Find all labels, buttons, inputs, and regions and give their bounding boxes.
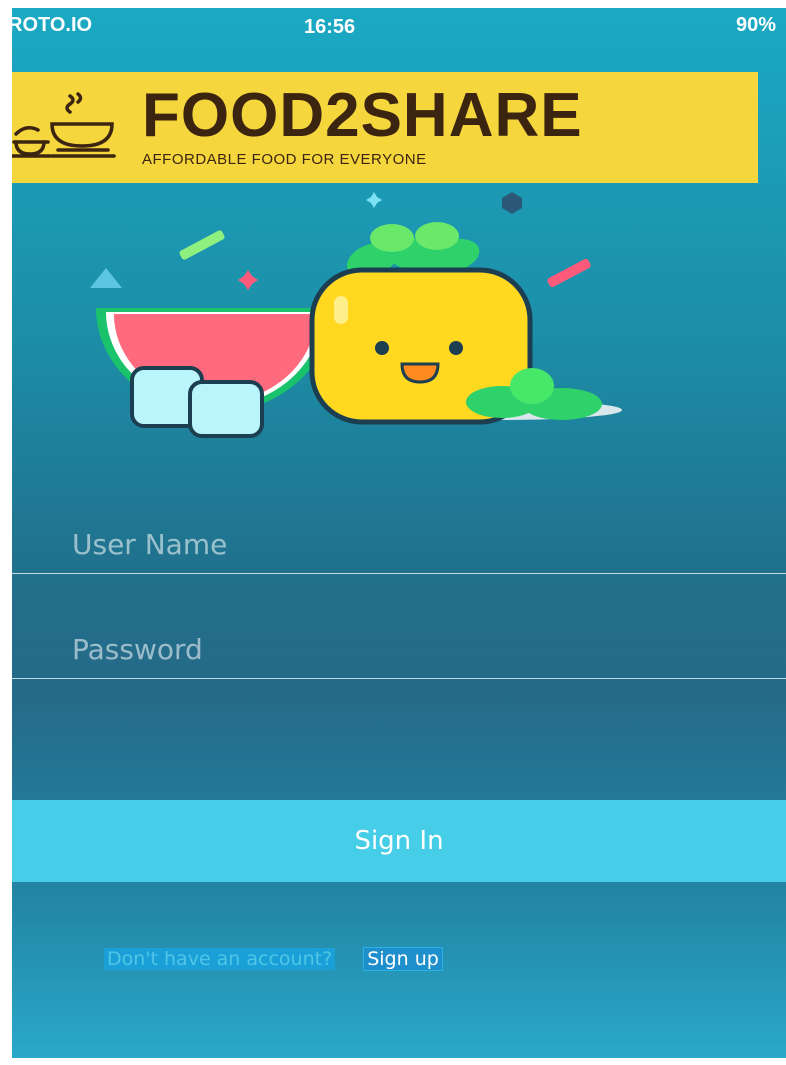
- password-field: [12, 618, 786, 679]
- confetti-hexagon: [502, 192, 522, 214]
- battery-level: 90%: [735, 14, 776, 36]
- brand-banner: FOOD2SHARE AFFORDABLE FOOD FOR EVERYONE: [12, 72, 758, 183]
- confetti-star-pink: [238, 270, 258, 290]
- login-screen: ROTO.IO 16:56 90% FOOD2SHARE AFFORDABLE …: [12, 8, 786, 1058]
- signup-row: Don't have an account? Sign up: [104, 947, 443, 971]
- app-tagline: AFFORDABLE FOOD FOR EVERYONE: [142, 151, 427, 168]
- sign-in-button[interactable]: Sign In: [12, 800, 786, 882]
- carrier-label: ROTO.IO: [12, 14, 93, 36]
- app-title: FOOD2SHARE: [142, 81, 583, 150]
- ice-cube: [188, 380, 264, 438]
- status-bar: ROTO.IO 16:56 90%: [12, 8, 786, 44]
- fruit-mascot-illustration: [90, 192, 622, 438]
- sign-up-link[interactable]: Sign up: [363, 947, 443, 971]
- mascot-mouth: [400, 362, 440, 384]
- clock-time: 16:56: [304, 16, 356, 38]
- username-field: [12, 513, 786, 574]
- username-input[interactable]: [70, 521, 754, 567]
- mascot-eye-right: [449, 341, 463, 355]
- confetti-strip-green: [179, 230, 225, 260]
- confetti-strip-pink: [547, 258, 591, 288]
- confetti-triangle: [90, 268, 122, 288]
- confetti-star-blue: [366, 192, 382, 208]
- mascot-eye-left: [375, 341, 389, 355]
- password-input[interactable]: [70, 626, 754, 672]
- signup-prompt: Don't have an account?: [104, 948, 336, 970]
- food-bowls-logo-icon: [12, 92, 116, 158]
